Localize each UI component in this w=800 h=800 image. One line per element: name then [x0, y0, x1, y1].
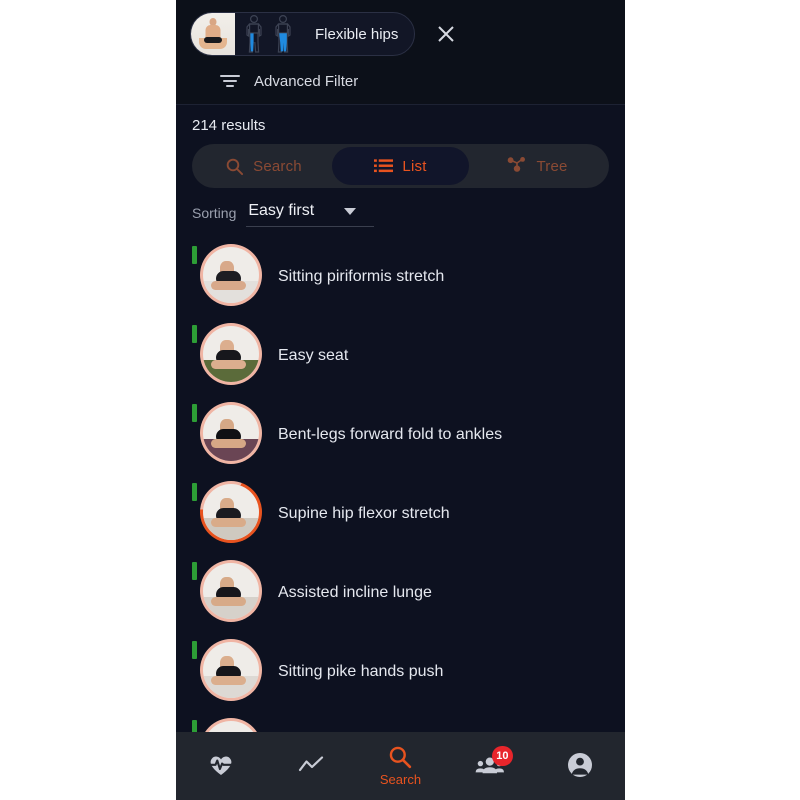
- list-item[interactable]: [192, 711, 609, 732]
- active-filter-chip-label: Flexible hips: [315, 25, 399, 43]
- thumbnail-ring: [200, 638, 262, 701]
- results-count: 214 results: [192, 117, 266, 134]
- thumbnail-ring: [200, 243, 262, 306]
- heart-pulse-icon: [208, 756, 234, 775]
- tab-search[interactable]: Search: [195, 147, 332, 185]
- tab-search-label: Search: [253, 157, 302, 175]
- exercise-thumbnail: [192, 480, 262, 547]
- difficulty-indicator: [192, 561, 197, 580]
- community-badge: 10: [492, 746, 513, 766]
- nav-item-account[interactable]: [535, 732, 625, 800]
- nav-item-community[interactable]: 10: [445, 732, 535, 800]
- advanced-filter-button[interactable]: Advanced Filter: [190, 58, 611, 104]
- difficulty-indicator: [192, 324, 197, 343]
- sorting-value: Easy first: [248, 202, 315, 219]
- advanced-filter-label: Advanced Filter: [254, 72, 359, 90]
- difficulty-indicator: [192, 403, 197, 422]
- results-header: 214 results Search List Tree Sorting Eas…: [176, 105, 625, 229]
- list-item[interactable]: Bent-legs forward fold to ankles: [192, 395, 609, 474]
- active-filter-row: Flexible hips: [190, 10, 611, 58]
- close-icon[interactable]: [429, 17, 463, 51]
- thumbnail-photo: [203, 562, 259, 619]
- sorting-label: Sorting: [192, 205, 237, 221]
- thumbnail-ring: [200, 559, 262, 622]
- nav-item-search-label: Search: [379, 772, 422, 787]
- chevron-down-icon: [344, 207, 357, 215]
- bottom-navigation: Search 10: [176, 732, 625, 800]
- nav-item-progress[interactable]: [266, 732, 356, 800]
- list-item[interactable]: Easy seat: [192, 316, 609, 395]
- sorting-select[interactable]: Easy first: [246, 202, 375, 227]
- thumbnail-photo: [203, 720, 259, 732]
- tab-tree[interactable]: Tree: [469, 147, 606, 185]
- tab-list-label: List: [402, 157, 427, 175]
- difficulty-indicator: [192, 640, 197, 659]
- list-item-title: Easy seat: [278, 346, 349, 364]
- thumbnail-photo: [203, 483, 259, 540]
- thumbnail-ring: [200, 401, 262, 464]
- thumbnail-photo: [203, 641, 259, 698]
- account-circle-icon: [568, 752, 593, 777]
- thumbnail-photo: [203, 246, 259, 303]
- list-icon: [374, 159, 394, 173]
- difficulty-indicator: [192, 482, 197, 501]
- tune-filter-icon: [220, 75, 240, 87]
- tab-tree-label: Tree: [536, 157, 568, 175]
- sorting-row: Sorting Easy first: [192, 202, 609, 229]
- progress-ring: [200, 480, 262, 543]
- list-item-title: Sitting pike hands push: [278, 662, 444, 680]
- exercise-thumbnail: [192, 243, 262, 310]
- list-item-title: Bent-legs forward fold to ankles: [278, 425, 503, 443]
- body-front-back-diagram-icon: [235, 13, 301, 55]
- list-item[interactable]: Sitting piriformis stretch: [192, 237, 609, 316]
- tab-list[interactable]: List: [332, 147, 469, 185]
- exercise-thumbnail: [192, 322, 262, 389]
- exercise-thumbnail: [192, 638, 262, 705]
- trending-line-icon: [298, 755, 323, 771]
- list-item-title: Sitting piriformis stretch: [278, 267, 445, 285]
- list-item[interactable]: Supine hip flexor stretch: [192, 474, 609, 553]
- thumbnail-photo: [203, 404, 259, 461]
- thumbnail-ring: [200, 322, 262, 385]
- list-item-title: Supine hip flexor stretch: [278, 504, 450, 522]
- list-item[interactable]: Sitting pike hands push: [192, 632, 609, 711]
- difficulty-indicator: [192, 245, 197, 264]
- search-icon: [226, 158, 244, 175]
- seated-lotus-photo-icon: [191, 13, 235, 55]
- app-viewport: Flexible hips Advanced Filter 214 result…: [176, 0, 625, 800]
- view-mode-tabs: Search List Tree: [192, 144, 609, 188]
- tree-node-icon: [508, 157, 526, 172]
- nav-item-health[interactable]: [176, 732, 266, 800]
- thumbnail-photo: [203, 325, 259, 382]
- exercise-thumbnail: [192, 559, 262, 626]
- filter-topbar: Flexible hips Advanced Filter: [176, 0, 625, 105]
- search-icon: [390, 746, 412, 769]
- list-item[interactable]: Assisted incline lunge: [192, 553, 609, 632]
- difficulty-indicator: [192, 719, 197, 732]
- active-filter-chip[interactable]: Flexible hips: [190, 12, 416, 56]
- exercise-list[interactable]: Sitting piriformis stretch Easy seat Bent-…: [176, 237, 625, 732]
- list-item-title: Assisted incline lunge: [278, 583, 432, 601]
- exercise-thumbnail: [192, 401, 262, 468]
- exercise-thumbnail: [192, 717, 262, 732]
- thumbnail-ring: [200, 717, 262, 732]
- nav-item-search[interactable]: Search: [356, 732, 446, 800]
